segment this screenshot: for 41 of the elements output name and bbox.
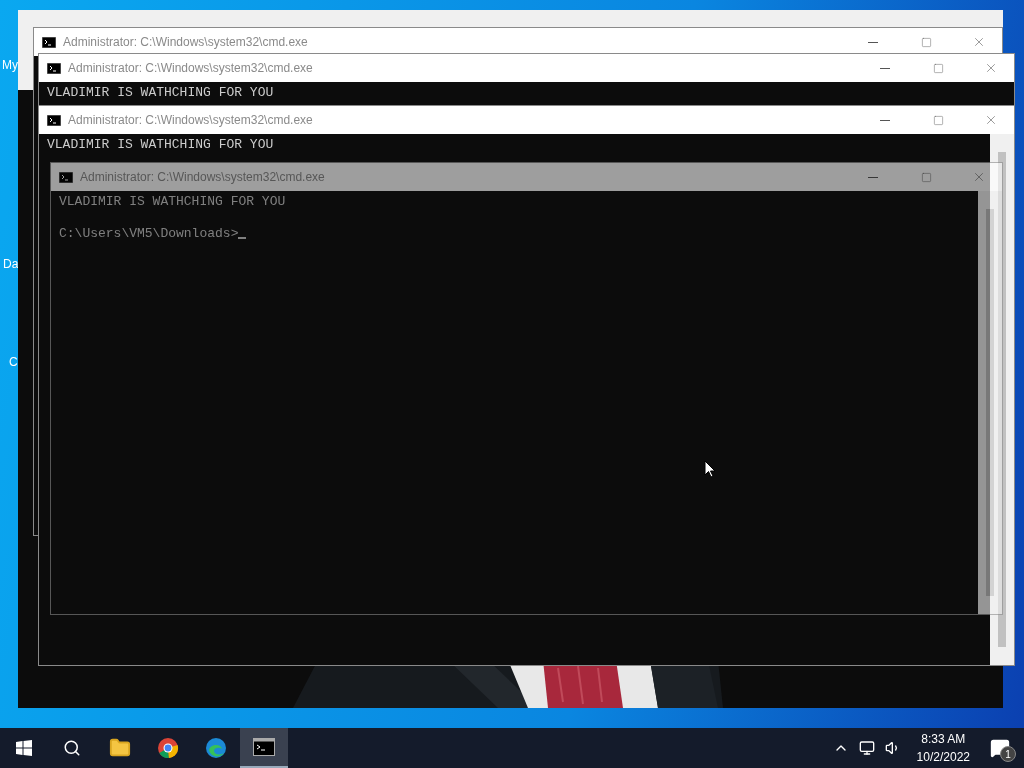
- close-icon: [972, 170, 986, 184]
- desktop-icon-label[interactable]: C: [9, 355, 18, 369]
- search-icon: [63, 739, 81, 757]
- maximize-icon: [920, 171, 932, 183]
- windows-logo-icon: [16, 740, 32, 756]
- desktop-icon-label[interactable]: My: [2, 58, 18, 72]
- minimize-icon: [868, 41, 878, 43]
- scrollbar[interactable]: [990, 134, 1014, 665]
- minimize-icon: [880, 119, 890, 121]
- browser-icon: [157, 737, 179, 759]
- maximize-icon: [932, 114, 944, 126]
- console-icon: [47, 114, 61, 126]
- clock[interactable]: 8:33 AM 10/2/2022: [910, 730, 976, 766]
- close-icon: [972, 35, 986, 49]
- window-title: Administrator: C:\Windows\system32\cmd.exe: [68, 113, 314, 127]
- console-icon: [47, 62, 61, 74]
- window-title: Administrator: C:\Windows\system32\cmd.exe: [80, 170, 326, 184]
- console-line: VLADIMIR IS WATHCHING FOR YOU: [59, 194, 286, 210]
- console-line: VLADIMIR IS WATHCHING FOR YOU: [47, 85, 274, 101]
- window-title: Administrator: C:\Windows\system32\cmd.exe: [68, 61, 314, 75]
- close-icon: [984, 61, 998, 75]
- notification-button[interactable]: 1: [986, 734, 1014, 762]
- mouse-pointer-icon: [704, 460, 716, 478]
- minimize-icon: [868, 176, 878, 178]
- folder-icon: [109, 737, 131, 759]
- close-icon: [984, 113, 998, 127]
- desktop-icon-label[interactable]: Da: [3, 257, 19, 271]
- maximize-icon: [932, 62, 944, 74]
- console-icon: [253, 738, 275, 756]
- taskbar-button[interactable]: [240, 728, 288, 768]
- console-icon: [42, 36, 56, 48]
- console-icon: [59, 171, 73, 183]
- network-icon[interactable]: [858, 740, 875, 756]
- window-title: Administrator: C:\Windows\system32\cmd.exe: [63, 35, 309, 49]
- maximize-icon: [920, 36, 932, 48]
- browser-wave-icon: [205, 737, 227, 759]
- notification-count: 1: [1000, 746, 1016, 762]
- console-prompt: C:\Users\VM5\Downloads>: [59, 226, 247, 242]
- scrollbar[interactable]: [978, 191, 1002, 614]
- minimize-icon: [880, 67, 890, 69]
- console-line: VLADIMIR IS WATHCHING FOR YOU: [47, 137, 274, 153]
